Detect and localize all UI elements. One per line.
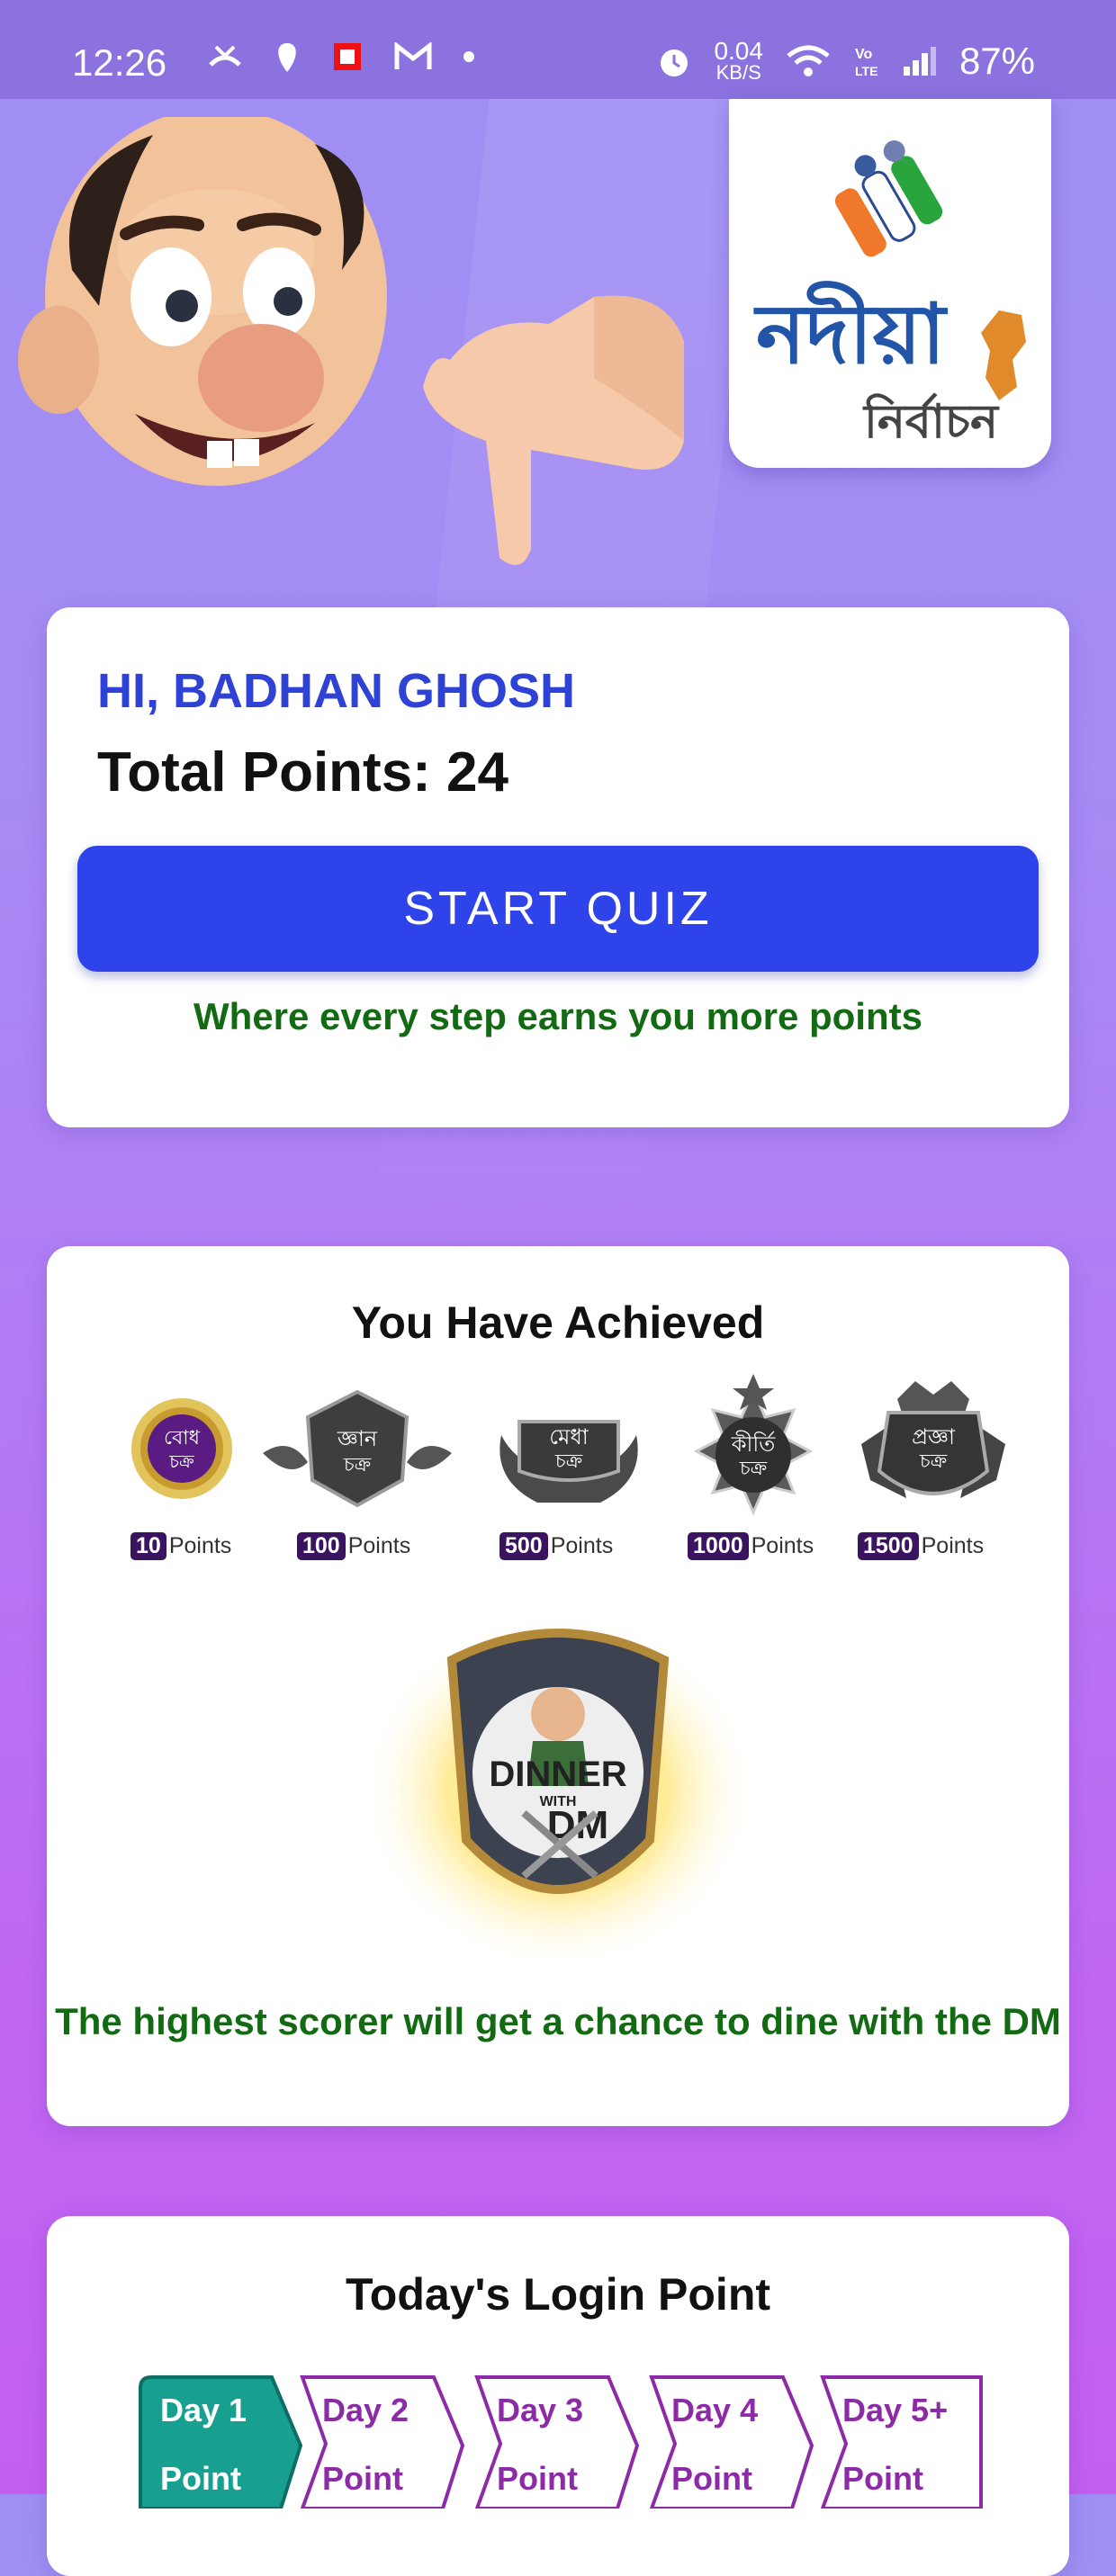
badge-gyan[interactable]: জ্ঞান চক্র 100 Points [254,1372,452,1561]
badge-points-value: 500 [500,1532,548,1560]
day-label: Day 2 [322,2392,410,2428]
mascot-face-icon [18,117,387,486]
badge-points: 100 Points [297,1532,477,1560]
bodh-chakra-badge-icon: বোধ চক্র [131,1398,232,1499]
badge-points-word: Points [168,1533,232,1558]
badge-points-word: Points [751,1533,814,1558]
notification-icons [207,40,475,74]
alarm-icon [661,49,688,76]
badge-name-line2: চক্র [739,1458,768,1480]
logo-subtitle: নির্বাচন [864,395,999,449]
achievements-card: You Have Achieved বোধ চক্র 10 Points জ্ঞা… [47,1246,1069,2126]
day-label: Day 4 [671,2392,759,2428]
day-label: Day 5+ [842,2392,949,2428]
user-greeting: HI, BADHAN GHOSH [97,664,576,718]
pointing-hand-icon [423,295,684,565]
badge-medha[interactable]: মেধা চক্র 500 Points [483,1372,645,1561]
system-icons: 0.04 KB/S Vo LTE 87% [656,37,1035,84]
day-1-tab[interactable]: Day 1 Point [137,2374,308,2509]
status-time: 12:26 [72,41,167,84]
badge-name-line1: মেধা [549,1424,590,1450]
badge-pragya[interactable]: প্রজ্ঞা চক্র 1500 Points [852,1372,1014,1561]
badge-name-line2: চক্র [554,1450,583,1473]
badge-name-line1: জ্ঞান [337,1426,378,1451]
day-sub-label: Point [322,2460,403,2497]
badge-points-value: 1500 [858,1532,919,1560]
election-logo-card: নদীয়া নির্বাচন [729,99,1051,468]
day-5-plus-tab[interactable]: Day 5+ Point [819,2374,990,2509]
wifi-icon [787,45,830,76]
more-notifications-dot-icon [464,51,474,62]
svg-text:LTE: LTE [855,64,878,78]
missed-call-icon [209,45,241,67]
badge-name-line1: কীর্তি [731,1431,777,1457]
badge-points: 1500 Points [858,1532,1038,1560]
quiz-tagline: Where every step earns you more points [194,995,922,1037]
app-notification-icon [334,43,361,70]
signal-icon [903,47,936,76]
badge-points-word: Points [347,1533,411,1558]
day-sub-label: Point [671,2460,752,2497]
svg-text:Vo: Vo [855,47,872,62]
ballot-fingers-icon [834,140,943,257]
day-sub-label: Point [842,2460,923,2497]
day-sub-label: Point [497,2460,578,2497]
network-speed: 0.04 KB/S [714,37,763,84]
badge-points-word: Points [550,1533,614,1558]
kirti-chakra-badge-icon: কীর্তি চক্র [693,1374,814,1516]
prize-line1: DINNER [489,1755,626,1794]
total-points: Total Points: 24 [97,741,509,803]
day-sub-label: Point [160,2460,241,2497]
badge-name-line1: প্রজ্ঞা [912,1424,956,1450]
day-label: Day 3 [497,2392,584,2428]
medha-chakra-badge-icon: মেধা চক্র [500,1420,638,1503]
badge-name-line2: চক্র [168,1450,194,1472]
start-quiz-button[interactable]: START QUIZ [77,846,1039,972]
badge-points-value: 1000 [688,1532,749,1560]
achievements-title: You Have Achieved [351,1297,765,1348]
gmail-icon [394,42,432,69]
prize-description: The highest scorer will get a chance to … [55,2000,1061,2042]
badge-points-value: 10 [130,1532,166,1560]
dinner-with-dm-prize-icon: DINNER WITH DM [360,1611,756,1970]
status-bar: 12:26 0.04 KB/S Vo LTE 87% [0,0,1116,99]
day-4-tab[interactable]: Day 4 Point [648,2374,819,2509]
badge-points-value: 100 [297,1532,346,1560]
badge-points-word: Points [921,1533,985,1558]
location-icon [278,43,296,72]
pragya-chakra-badge-icon: প্রজ্ঞা চক্র [861,1381,1005,1498]
day-label: Day 1 [160,2392,248,2428]
user-summary-card: HI, BADHAN GHOSH Total Points: 24 START … [47,607,1069,1127]
network-speed-unit: KB/S [716,61,761,84]
volte-icon: Vo LTE [855,47,878,78]
badge-bodh[interactable]: বোধ চক্র 10 Points [114,1372,276,1561]
gyan-chakra-badge-icon: জ্ঞান চক্র [263,1389,452,1508]
login-points-card: Today's Login Point Day 1 Point Day 2 Po… [47,2216,1069,2576]
badge-name-line1: বোধ [164,1427,201,1450]
battery-level: 87% [958,40,1035,82]
day-2-tab[interactable]: Day 2 Point [299,2374,470,2509]
badge-name-line2: চক্র [919,1450,948,1473]
badge-kirti[interactable]: কীর্তি চক্র 1000 Points [677,1372,839,1561]
badge-name-line2: চক্র [343,1454,372,1476]
badge-points: 500 Points [500,1532,680,1560]
network-speed-value: 0.04 [714,37,763,65]
badge-points: 1000 Points [688,1532,868,1560]
day-3-tab[interactable]: Day 3 Point [473,2374,644,2509]
login-points-title: Today's Login Point [345,2269,771,2320]
